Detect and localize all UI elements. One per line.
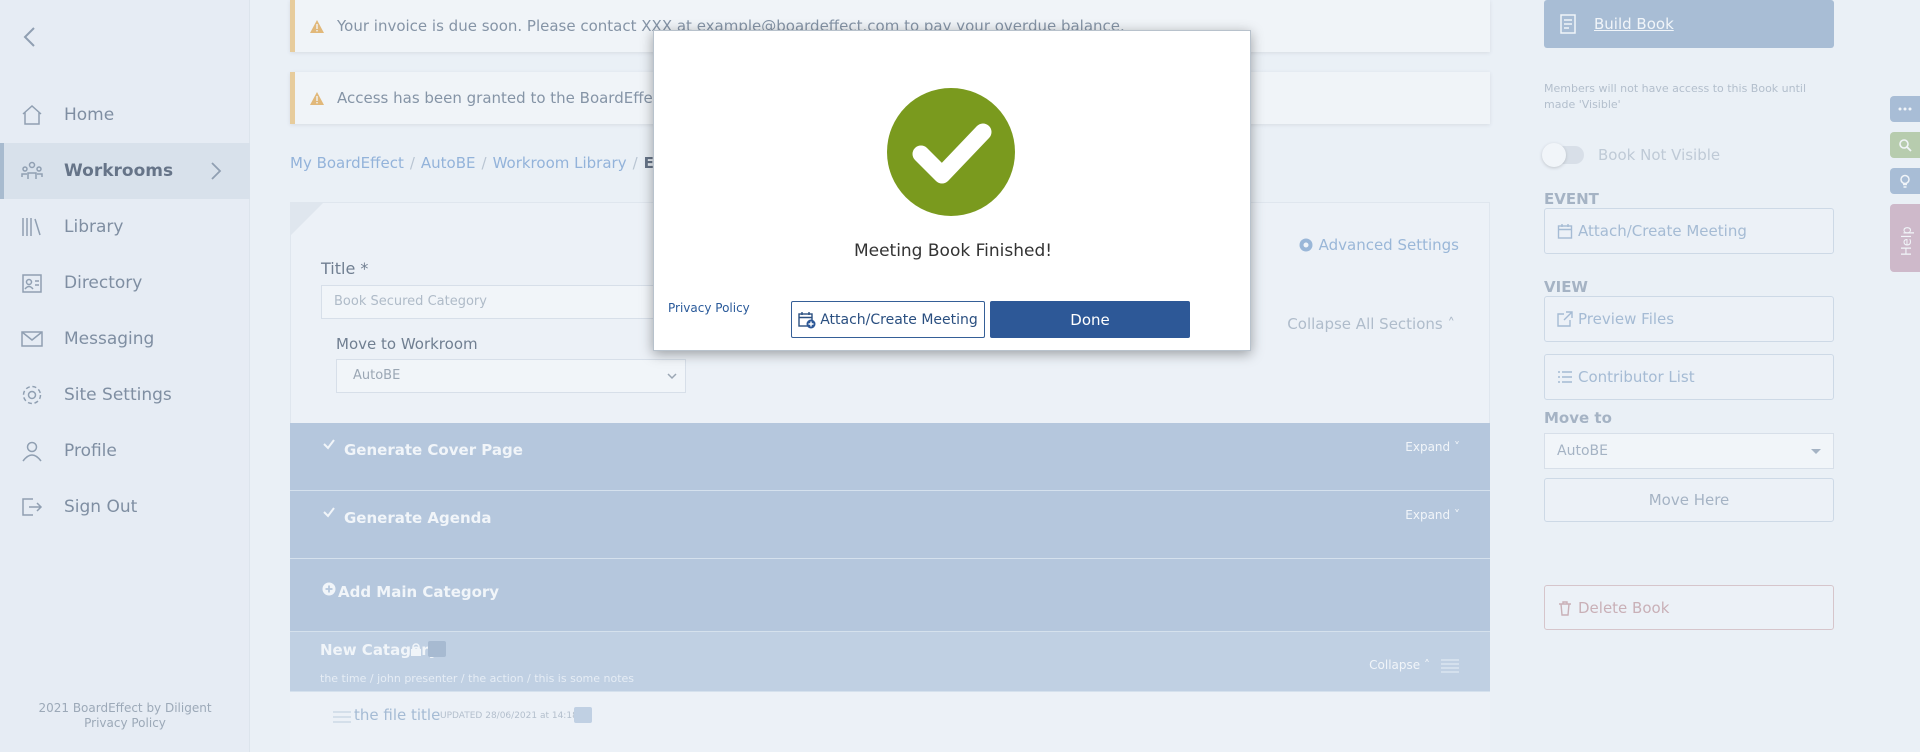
success-check-icon bbox=[887, 88, 1015, 216]
success-message: Meeting Book Finished! bbox=[853, 241, 1053, 261]
attach-create-meeting-button[interactable]: Attach/Create Meeting bbox=[791, 301, 985, 338]
meeting-book-finished-dialog: Meeting Book Finished! Privacy Policy At… bbox=[653, 30, 1251, 351]
privacy-policy-link[interactable]: Privacy Policy bbox=[668, 301, 750, 315]
attach-meeting-label: Attach/Create Meeting bbox=[820, 311, 978, 328]
done-button[interactable]: Done bbox=[990, 301, 1190, 338]
calendar-add-icon bbox=[798, 311, 816, 328]
